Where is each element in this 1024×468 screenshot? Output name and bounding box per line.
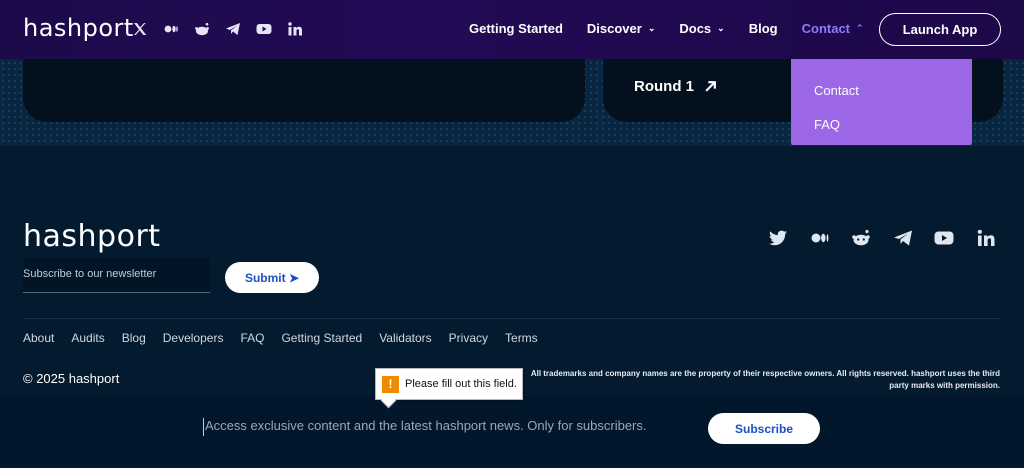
launch-app-button[interactable]: Launch App	[879, 13, 1001, 46]
nav-contact[interactable]: Contact ⌃	[802, 21, 864, 36]
logo[interactable]: hashport	[23, 14, 134, 42]
footer-link-about[interactable]: About	[23, 331, 54, 345]
twitter-icon[interactable]	[768, 228, 810, 248]
linkedin-icon[interactable]	[976, 228, 1018, 248]
legal-notice: All trademarks and company names are the…	[530, 369, 1000, 390]
nav-discover[interactable]: Discover ⌄	[587, 21, 655, 36]
nav-links: Getting Started Discover ⌄ Docs ⌄ Blog Con…	[469, 21, 888, 36]
youtube-icon[interactable]	[934, 228, 976, 248]
footer-divider	[23, 318, 1000, 319]
validation-tooltip: ! Please fill out this field.	[375, 368, 523, 400]
footer-link-audits[interactable]: Audits	[71, 331, 104, 345]
footer-logo[interactable]: hashport	[23, 219, 161, 254]
medium-icon[interactable]	[810, 228, 852, 248]
contact-dropdown: Contact FAQ	[791, 59, 972, 145]
tooltip-text: Please fill out this field.	[405, 378, 517, 390]
footer-link-privacy[interactable]: Privacy	[449, 331, 488, 345]
footer-link-validators[interactable]: Validators	[379, 331, 431, 345]
footer-link-developers[interactable]: Developers	[163, 331, 224, 345]
newsletter-email-input[interactable]: Subscribe to our newsletter	[23, 258, 210, 293]
telegram-icon[interactable]	[224, 20, 242, 38]
footer-social-links	[768, 228, 1017, 248]
footer-links: About Audits Blog Developers FAQ Getting…	[23, 331, 555, 345]
copyright-text: © 2025 hashport	[23, 371, 120, 386]
subscribe-button[interactable]: Subscribe	[708, 413, 820, 444]
footer-link-faq[interactable]: FAQ	[240, 331, 264, 345]
nav-getting-started[interactable]: Getting Started	[469, 21, 563, 36]
reddit-icon[interactable]	[193, 20, 211, 38]
newsletter-submit-button[interactable]: Submit ➤	[225, 262, 319, 293]
chevron-down-icon: ⌄	[717, 23, 725, 33]
nav-docs[interactable]: Docs ⌄	[679, 21, 724, 36]
chevron-down-icon: ⌄	[647, 23, 656, 33]
reddit-icon[interactable]	[851, 228, 893, 248]
youtube-icon[interactable]	[255, 20, 273, 38]
linkedin-icon[interactable]	[286, 20, 304, 38]
x-icon[interactable]	[131, 20, 149, 38]
nav-blog[interactable]: Blog	[749, 21, 778, 36]
footer-link-blog[interactable]: Blog	[122, 331, 146, 345]
footer-link-getting-started[interactable]: Getting Started	[281, 331, 362, 345]
chevron-up-icon: ⌃	[856, 23, 864, 33]
dropdown-item-contact[interactable]: Contact	[814, 83, 859, 98]
warning-icon: !	[382, 375, 399, 393]
nav-social-links	[131, 20, 304, 38]
arrow-up-right-icon	[705, 81, 716, 92]
telegram-icon[interactable]	[893, 228, 935, 248]
top-nav: hashport Getting Started Discover ⌄ Docs ⌄…	[0, 0, 1024, 59]
round-1-link[interactable]: Round 1	[634, 78, 717, 95]
footer-link-terms[interactable]: Terms	[505, 331, 538, 345]
subscribe-email-input[interactable]: Access exclusive content and the latest …	[203, 418, 663, 436]
dropdown-item-faq[interactable]: FAQ	[814, 117, 840, 132]
medium-icon[interactable]	[162, 20, 180, 38]
round-1-label: Round 1	[634, 78, 694, 95]
